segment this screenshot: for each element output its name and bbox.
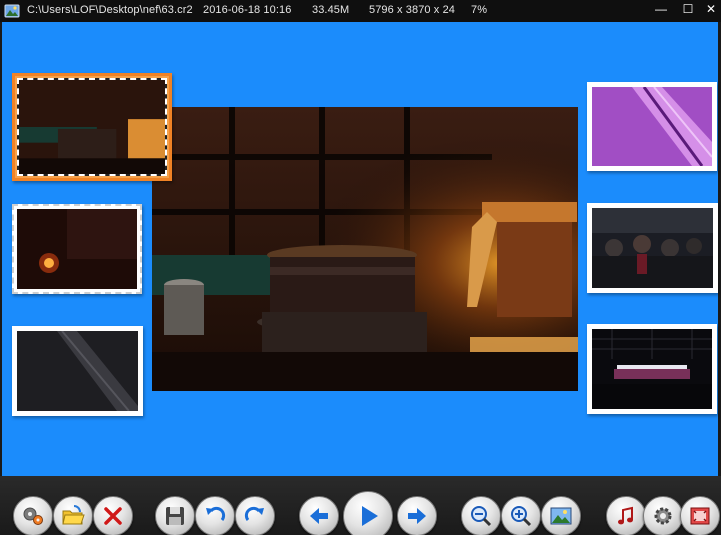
zoom-level: 7% <box>471 4 488 16</box>
thumbnail-dark-room-lamp[interactable] <box>12 204 142 294</box>
options-gear-icon <box>654 507 672 525</box>
play-slideshow-button[interactable] <box>343 491 393 535</box>
close-button[interactable]: ✕ <box>700 0 721 20</box>
rotate-right-icon <box>244 506 264 521</box>
music-icon <box>618 506 633 525</box>
settings-gears-button[interactable] <box>13 496 53 535</box>
zoom-out-button[interactable] <box>461 496 501 535</box>
save-icon <box>166 507 184 525</box>
zoom-in-button[interactable] <box>501 496 541 535</box>
main-image[interactable] <box>152 107 578 391</box>
thumbnail-image <box>592 329 712 409</box>
zoom-out-icon <box>471 506 492 527</box>
bottom-toolbar <box>0 476 721 535</box>
next-button[interactable] <box>397 496 437 535</box>
previous-icon <box>310 508 328 524</box>
options-button[interactable] <box>643 496 683 535</box>
app-icon <box>4 4 20 18</box>
rotate-left-icon <box>206 506 226 521</box>
file-path: C:\Users\LOF\Desktop\nef\63.cr2 <box>27 4 193 16</box>
open-folder-button[interactable] <box>53 496 93 535</box>
minimize-button[interactable]: — <box>650 0 672 20</box>
previous-button[interactable] <box>299 496 339 535</box>
delete-button[interactable] <box>93 496 133 535</box>
thumbnail-exhibition-hall[interactable] <box>587 324 717 414</box>
file-date: 2016-06-18 10:16 <box>203 4 292 16</box>
rotate-right-button[interactable] <box>235 496 275 535</box>
image-viewer-area[interactable] <box>2 22 718 476</box>
fullscreen-icon <box>690 507 710 525</box>
fit-image-icon <box>550 507 572 525</box>
open-folder-icon <box>62 505 85 525</box>
thumbnail-image <box>592 87 712 166</box>
save-button[interactable] <box>155 496 195 535</box>
image-dimensions: 5796 x 3870 x 24 <box>369 4 456 16</box>
next-icon <box>408 508 426 524</box>
fullscreen-button[interactable] <box>680 496 720 535</box>
maximize-button[interactable]: ☐ <box>677 0 699 20</box>
thumbnail-purple-glass-detail[interactable] <box>587 82 717 171</box>
music-button[interactable] <box>606 496 646 535</box>
thumbnail-image <box>592 208 713 288</box>
fit-image-button[interactable] <box>541 496 581 535</box>
delete-icon <box>104 507 122 525</box>
zoom-in-icon <box>511 506 532 527</box>
rotate-left-button[interactable] <box>195 496 235 535</box>
thumbnail-image <box>17 331 138 411</box>
main-image-picture <box>152 107 578 391</box>
thumbnail-image <box>17 209 137 289</box>
thumbnail-restaurant-buffet[interactable] <box>12 73 172 181</box>
thumbnail-image <box>17 78 167 176</box>
thumbnail-crowd-exhibition[interactable] <box>587 203 718 293</box>
settings-gears-icon <box>23 507 43 525</box>
file-size: 33.45M <box>312 4 350 16</box>
thumbnail-dark-diagonal-detail[interactable] <box>12 326 143 416</box>
play-icon <box>362 506 378 526</box>
title-bar: C:\Users\LOF\Desktop\nef\63.cr2 2016-06-… <box>0 0 721 22</box>
